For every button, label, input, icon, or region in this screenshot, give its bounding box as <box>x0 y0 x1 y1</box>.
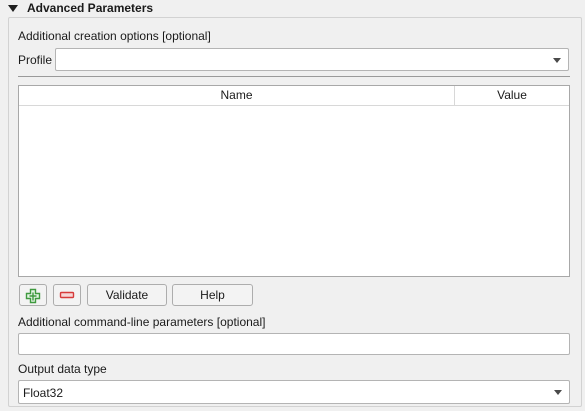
collapse-arrow-icon[interactable] <box>8 5 18 12</box>
command-line-label: Additional command-line parameters [opti… <box>18 315 266 329</box>
column-header-value[interactable]: Value <box>455 86 569 105</box>
remove-row-icon <box>59 291 75 299</box>
remove-row-button[interactable] <box>53 284 81 306</box>
creation-options-table[interactable]: Name Value <box>18 85 570 277</box>
divider <box>18 76 570 77</box>
creation-options-label: Additional creation options [optional] <box>18 29 211 43</box>
profile-label: Profile <box>18 53 53 67</box>
chevron-down-icon <box>554 390 562 395</box>
advanced-parameters-header[interactable]: Advanced Parameters <box>0 0 585 17</box>
add-row-icon <box>25 288 41 304</box>
output-data-type-combobox[interactable]: Float32 <box>18 380 570 404</box>
command-line-input[interactable] <box>18 333 570 355</box>
table-header: Name Value <box>19 86 569 106</box>
add-row-button[interactable] <box>19 284 47 306</box>
section-title: Advanced Parameters <box>27 1 154 15</box>
profile-combobox[interactable] <box>55 48 569 71</box>
chevron-down-icon <box>553 58 561 63</box>
help-button[interactable]: Help <box>172 284 253 306</box>
output-data-type-label: Output data type <box>18 362 107 376</box>
validate-button[interactable]: Validate <box>87 284 167 306</box>
output-data-type-value: Float32 <box>23 386 64 400</box>
column-header-name[interactable]: Name <box>19 86 455 105</box>
